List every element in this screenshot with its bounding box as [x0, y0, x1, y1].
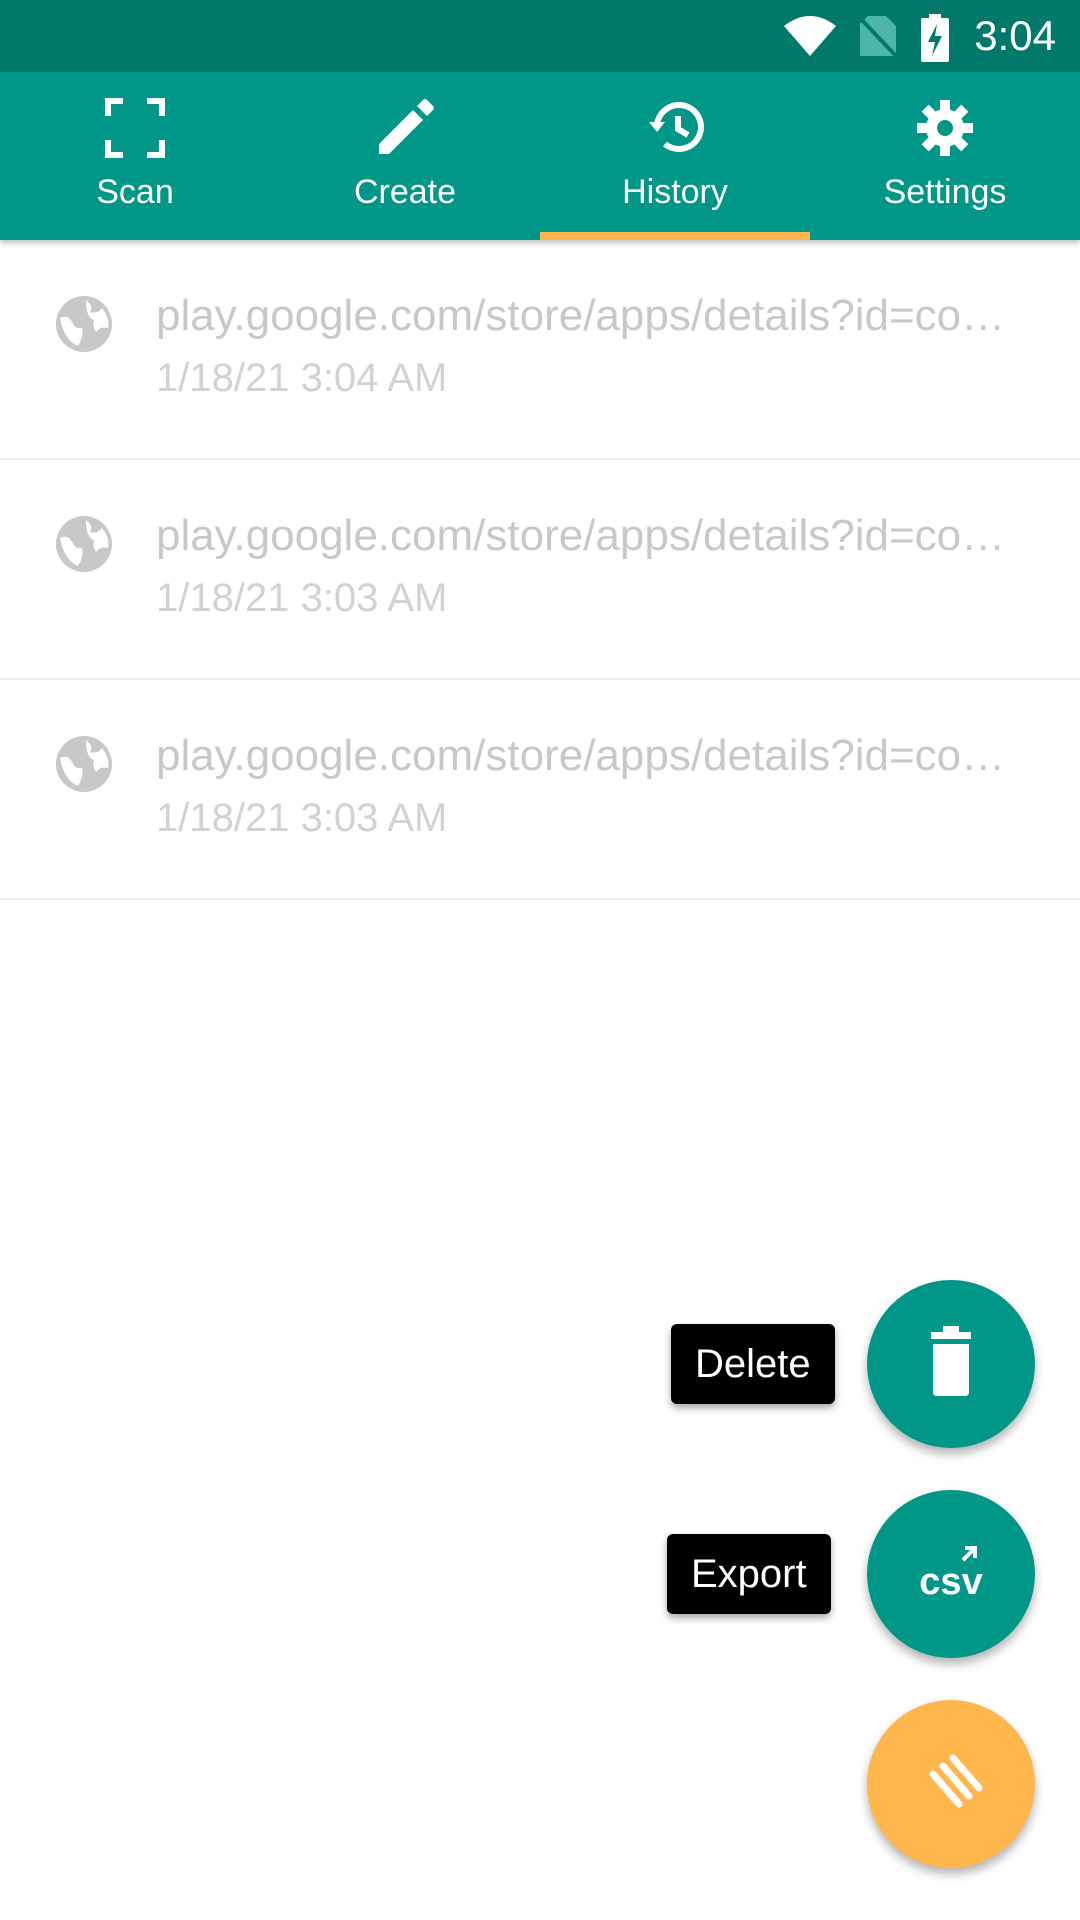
scan-frame-icon	[105, 98, 165, 158]
history-url: play.google.com/store/apps/details?id=co…	[156, 291, 1016, 340]
csv-export-icon: csv	[919, 1546, 983, 1603]
globe-icon	[52, 732, 116, 796]
list-item[interactable]: play.google.com/store/apps/details?id=co…	[0, 240, 1080, 460]
tab-bar: Scan Create History Settings	[0, 72, 1080, 240]
tab-create-label: Create	[353, 173, 457, 211]
export-label[interactable]: Export	[667, 1534, 831, 1614]
history-url: play.google.com/store/apps/details?id=co…	[156, 511, 1016, 560]
delete-label[interactable]: Delete	[671, 1324, 835, 1404]
history-date: 1/18/21 3:04 AM	[156, 356, 448, 400]
globe-icon	[52, 512, 116, 576]
history-date: 1/18/21 3:03 AM	[156, 576, 448, 620]
status-bar: 3:04	[0, 0, 1080, 72]
status-time: 3:04	[974, 12, 1056, 59]
list-item[interactable]: play.google.com/store/apps/details?id=co…	[0, 460, 1080, 680]
history-date: 1/18/21 3:03 AM	[156, 796, 448, 840]
trash-icon	[931, 1326, 971, 1396]
tab-history[interactable]: History	[540, 72, 810, 240]
tab-scan-label: Scan	[96, 173, 174, 211]
list-item[interactable]: play.google.com/store/apps/details?id=co…	[0, 680, 1080, 900]
tab-scan[interactable]: Scan	[0, 72, 270, 240]
export-csv-fab-button[interactable]: csv	[867, 1490, 1035, 1658]
battery-charging-icon	[920, 14, 950, 67]
stripes-icon	[929, 1754, 983, 1808]
wifi-icon	[782, 14, 838, 63]
history-list: play.google.com/store/apps/details?id=co…	[0, 240, 1080, 900]
globe-icon	[52, 292, 116, 356]
delete-fab-button[interactable]	[867, 1280, 1035, 1448]
tab-indicator	[540, 232, 810, 240]
tab-settings-label: Settings	[883, 173, 1007, 211]
csv-icon-text: csv	[919, 1561, 982, 1603]
gear-icon	[915, 98, 975, 158]
pencil-icon	[375, 98, 435, 158]
tab-history-label: History	[622, 173, 728, 211]
tab-create[interactable]: Create	[270, 72, 540, 240]
no-sim-icon	[858, 14, 898, 63]
history-url: play.google.com/store/apps/details?id=co…	[156, 731, 1016, 780]
fab-menu-toggle-button[interactable]	[867, 1700, 1035, 1868]
history-icon	[645, 98, 705, 158]
tab-settings[interactable]: Settings	[810, 72, 1080, 240]
